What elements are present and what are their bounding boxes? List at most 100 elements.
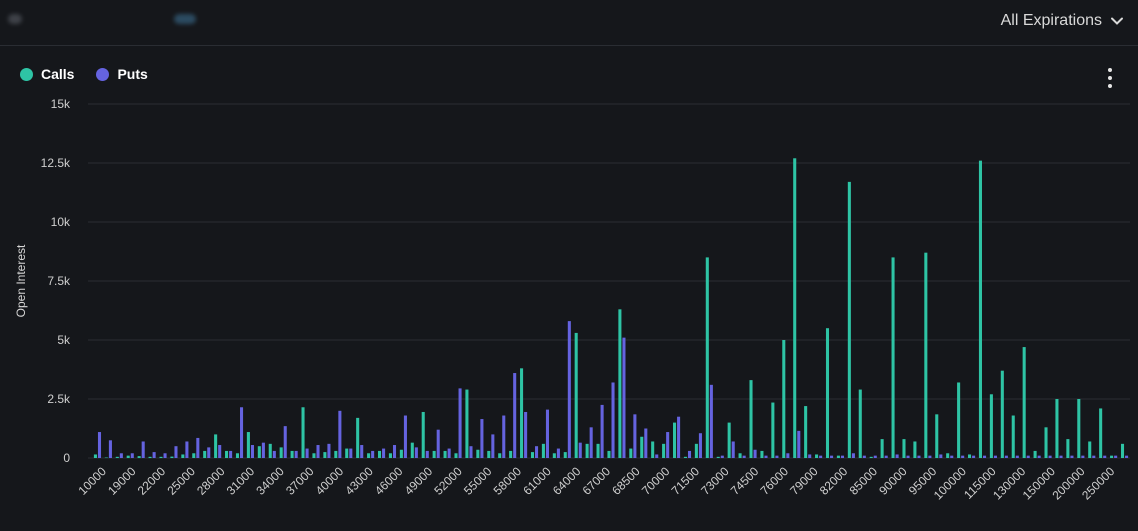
calls-bar[interactable] (1099, 408, 1103, 458)
calls-bar[interactable] (858, 389, 862, 458)
puts-bar[interactable] (972, 455, 976, 458)
calls-bar[interactable] (323, 452, 327, 458)
puts-bar[interactable] (349, 448, 353, 458)
puts-bar[interactable] (742, 455, 746, 458)
puts-bar[interactable] (993, 455, 997, 458)
calls-bar[interactable] (1033, 450, 1037, 458)
puts-bar[interactable] (666, 432, 670, 458)
calls-bar[interactable] (585, 443, 589, 458)
puts-bar[interactable] (130, 453, 134, 458)
calls-bar[interactable] (115, 456, 119, 458)
puts-bar[interactable] (830, 455, 834, 458)
calls-bar[interactable] (345, 448, 349, 458)
puts-bar[interactable] (513, 373, 517, 458)
puts-bar[interactable] (786, 453, 790, 458)
calls-bar[interactable] (640, 436, 644, 458)
puts-bar[interactable] (240, 407, 244, 458)
puts-bar[interactable] (884, 455, 888, 458)
puts-bar[interactable] (709, 384, 713, 458)
puts-bar[interactable] (873, 455, 877, 458)
puts-bar[interactable] (644, 428, 648, 459)
calls-bar[interactable] (935, 414, 939, 458)
calls-bar[interactable] (443, 450, 447, 458)
puts-bar[interactable] (1015, 455, 1019, 458)
calls-bar[interactable] (1120, 443, 1125, 458)
puts-bar[interactable] (535, 446, 539, 458)
calls-bar[interactable] (1088, 441, 1092, 458)
calls-bar[interactable] (1055, 399, 1059, 458)
calls-bar[interactable] (192, 453, 196, 458)
puts-bar[interactable] (316, 445, 320, 458)
puts-bar[interactable] (950, 455, 954, 458)
calls-bar[interactable] (946, 453, 950, 458)
calls-bar[interactable] (93, 454, 97, 458)
puts-bar[interactable] (1059, 455, 1063, 458)
puts-bar[interactable] (403, 415, 407, 458)
puts-bar[interactable] (294, 450, 298, 458)
calls-bar[interactable] (957, 382, 961, 458)
calls-bar[interactable] (618, 309, 622, 458)
puts-bar[interactable] (611, 382, 615, 458)
puts-bar[interactable] (196, 437, 200, 458)
puts-bar[interactable] (283, 426, 287, 458)
calls-bar[interactable] (804, 406, 808, 458)
calls-bar[interactable] (257, 446, 261, 458)
calls-bar[interactable] (148, 456, 152, 458)
calls-bar[interactable] (356, 417, 360, 458)
puts-bar[interactable] (578, 442, 582, 458)
puts-bar[interactable] (764, 455, 768, 458)
puts-bar[interactable] (250, 445, 254, 458)
puts-bar[interactable] (371, 450, 375, 458)
puts-bar[interactable] (272, 450, 276, 458)
calls-bar[interactable] (662, 443, 666, 458)
calls-bar[interactable] (159, 456, 163, 458)
calls-bar[interactable] (880, 439, 884, 458)
puts-bar[interactable] (207, 447, 211, 458)
calls-bar[interactable] (476, 449, 480, 458)
puts-bar[interactable] (556, 448, 560, 458)
calls-bar[interactable] (847, 181, 851, 458)
puts-bar[interactable] (1048, 455, 1052, 458)
calls-bar[interactable] (1110, 455, 1114, 458)
puts-bar[interactable] (480, 419, 484, 458)
calls-bar[interactable] (694, 443, 698, 458)
puts-bar[interactable] (185, 441, 189, 458)
calls-bar[interactable] (498, 453, 502, 458)
puts-bar[interactable] (141, 441, 145, 458)
calls-bar[interactable] (301, 407, 305, 458)
puts-bar[interactable] (961, 455, 965, 458)
puts-bar[interactable] (698, 433, 702, 458)
puts-bar[interactable] (1092, 455, 1096, 458)
calls-bar[interactable] (902, 439, 906, 458)
calls-bar[interactable] (869, 456, 873, 458)
calls-bar[interactable] (454, 453, 458, 458)
calls-bar[interactable] (203, 450, 207, 458)
calls-bar[interactable] (214, 434, 218, 458)
puts-bar[interactable] (862, 455, 866, 458)
calls-bar[interactable] (541, 443, 545, 458)
puts-bar[interactable] (1114, 455, 1118, 458)
calls-bar[interactable] (727, 422, 731, 458)
puts-bar[interactable] (382, 448, 386, 458)
puts-bar[interactable] (1037, 455, 1041, 458)
puts-bar[interactable] (1004, 455, 1008, 458)
puts-bar[interactable] (808, 454, 812, 458)
puts-bar[interactable] (851, 453, 855, 458)
puts-bar[interactable] (502, 415, 506, 458)
calls-bar[interactable] (782, 340, 786, 458)
puts-bar[interactable] (229, 450, 233, 458)
calls-bar[interactable] (1044, 427, 1048, 458)
puts-bar[interactable] (1026, 455, 1030, 458)
puts-bar[interactable] (108, 440, 112, 458)
puts-bar[interactable] (338, 410, 342, 458)
puts-bar[interactable] (753, 449, 757, 458)
calls-bar[interactable] (793, 158, 797, 458)
puts-bar[interactable] (687, 450, 692, 458)
calls-bar[interactable] (607, 450, 611, 458)
puts-bar[interactable] (119, 453, 123, 458)
calls-bar[interactable] (1077, 399, 1081, 458)
calls-bar[interactable] (738, 453, 742, 458)
calls-bar[interactable] (137, 456, 141, 458)
calls-bar[interactable] (563, 452, 567, 458)
calls-bar[interactable] (989, 394, 993, 458)
